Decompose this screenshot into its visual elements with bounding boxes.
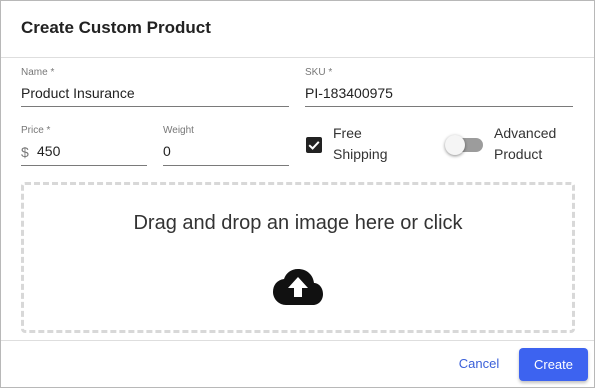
- price-underline: [21, 165, 147, 166]
- create-product-dialog: Create Custom Product Name * Product Ins…: [0, 0, 595, 388]
- dialog-title: Create Custom Product: [21, 18, 211, 37]
- advanced-product-toggle-thumb[interactable]: [445, 135, 465, 155]
- cloud-upload-icon: [273, 269, 323, 305]
- advanced-product-label-line2: Product: [494, 146, 543, 162]
- name-underline: [21, 106, 289, 107]
- free-shipping-label: Free Shipping: [333, 123, 388, 165]
- price-input[interactable]: 450: [37, 143, 60, 159]
- image-dropzone[interactable]: Drag and drop an image here or click: [21, 182, 575, 333]
- weight-input[interactable]: 0: [163, 143, 171, 159]
- cancel-button[interactable]: Cancel: [447, 348, 511, 380]
- price-label: Price *: [21, 125, 51, 136]
- sku-input[interactable]: PI-183400975: [305, 85, 393, 101]
- weight-underline: [163, 165, 289, 166]
- sku-underline: [305, 106, 573, 107]
- footer-divider: [1, 340, 594, 341]
- advanced-product-label: Advanced Product: [494, 123, 556, 165]
- header-divider: [1, 57, 594, 58]
- name-input[interactable]: Product Insurance: [21, 85, 135, 101]
- name-label: Name *: [21, 67, 55, 78]
- sku-label: SKU *: [305, 67, 333, 78]
- weight-label: Weight: [163, 125, 194, 136]
- free-shipping-checkbox[interactable]: [306, 137, 322, 153]
- dropzone-text: Drag and drop an image here or click: [133, 212, 463, 234]
- price-currency-prefix: $: [21, 144, 29, 160]
- free-shipping-label-line2: Shipping: [333, 146, 388, 162]
- create-button[interactable]: Create: [519, 348, 588, 381]
- checkmark-icon: [308, 141, 320, 150]
- free-shipping-label-line1: Free: [333, 125, 362, 141]
- advanced-product-label-line1: Advanced: [494, 125, 557, 141]
